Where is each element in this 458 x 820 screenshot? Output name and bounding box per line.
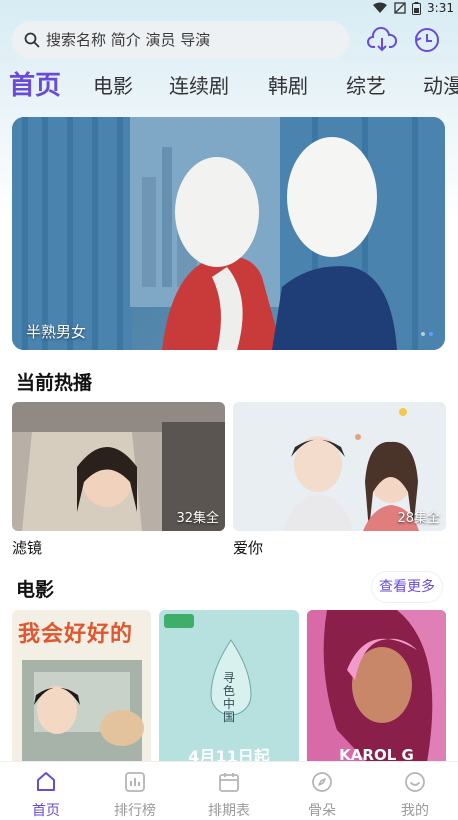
bottom-navigation: 首页 排行榜 排期表 骨朵 我的 <box>0 762 458 820</box>
compass-icon <box>312 772 332 792</box>
banner-carousel[interactable]: 半熟男女 <box>12 117 445 350</box>
clock-icon <box>415 28 439 52</box>
ranking-icon <box>125 772 145 792</box>
now-playing-title[interactable]: 爱你 <box>233 537 263 558</box>
tab-variety[interactable]: 综艺 <box>346 66 386 106</box>
poster-image <box>307 610 446 762</box>
nav-home[interactable]: 首页 <box>0 762 92 820</box>
now-playing-title[interactable]: 滤镜 <box>12 537 42 558</box>
now-playing-card[interactable]: 28集全 <box>233 402 446 531</box>
status-time: 3:31 <box>427 1 454 15</box>
poster-title-text: 我会好好的 <box>18 622 134 647</box>
search-bar[interactable] <box>12 21 349 59</box>
banner-caption: 半熟男女 <box>26 323 87 341</box>
calendar-icon <box>219 773 239 792</box>
tab-series[interactable]: 连续剧 <box>169 66 229 106</box>
poster-title-text: KAROL G <box>339 746 414 762</box>
carousel-indicator <box>421 332 433 336</box>
tab-kdrama[interactable]: 韩剧 <box>268 66 308 106</box>
history-button[interactable] <box>411 24 443 56</box>
poster-title-text: 寻色中国 <box>223 671 236 724</box>
tab-movies[interactable]: 电影 <box>93 66 133 106</box>
carousel-dot <box>421 332 425 336</box>
banner-poster <box>12 117 445 350</box>
tab-home[interactable]: 首页 <box>9 66 61 106</box>
episode-count: 28集全 <box>397 511 440 526</box>
search-icon <box>24 32 40 48</box>
search-input[interactable] <box>46 31 326 49</box>
battery-icon <box>412 1 422 15</box>
nav-schedule[interactable]: 排期表 <box>183 762 275 820</box>
download-button[interactable] <box>366 24 398 56</box>
movie-card[interactable]: KAROL G <box>307 610 446 762</box>
home-screen: 3:31 首页 电影 连续剧 韩剧 综艺 动漫 <box>0 0 458 820</box>
nav-profile[interactable]: 我的 <box>369 762 458 820</box>
wifi-icon <box>373 2 388 13</box>
section-title-now-playing: 当前热播 <box>16 372 93 394</box>
nav-ranking[interactable]: 排行榜 <box>89 762 181 820</box>
nav-label: 排行榜 <box>114 803 156 819</box>
movie-card[interactable]: 寻色中国 4月11日起 <box>159 610 299 762</box>
nav-label: 首页 <box>32 803 60 819</box>
poster-release-date: 4月11日起 <box>188 747 270 762</box>
carousel-dot-active <box>429 332 433 336</box>
nav-label: 我的 <box>401 803 429 819</box>
view-more-button[interactable]: 查看更多 <box>372 572 442 602</box>
status-bar: 3:31 <box>0 0 458 16</box>
home-icon <box>37 772 55 791</box>
now-playing-card[interactable]: 32集全 <box>12 402 225 531</box>
movie-card[interactable]: 我会好好的 <box>12 610 151 762</box>
cloud-download-icon <box>367 27 397 52</box>
no-sim-icon <box>394 2 406 14</box>
nav-guduo[interactable]: 骨朵 <box>276 762 368 820</box>
nav-label: 骨朵 <box>308 803 336 819</box>
section-title-movies: 电影 <box>16 579 55 601</box>
episode-count: 32集全 <box>176 511 219 526</box>
nav-label: 排期表 <box>208 803 250 819</box>
profile-icon <box>405 772 425 792</box>
tab-anime[interactable]: 动漫 <box>423 66 458 106</box>
category-tabs: 首页 电影 连续剧 韩剧 综艺 动漫 <box>0 66 458 106</box>
